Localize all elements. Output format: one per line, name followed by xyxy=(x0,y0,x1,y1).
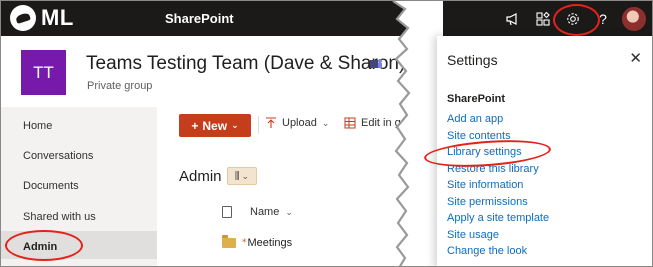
plus-icon: + xyxy=(191,118,199,133)
chevron-down-icon: ⌄ xyxy=(321,117,330,128)
user-avatar[interactable] xyxy=(622,6,646,31)
nav-item-conversations[interactable]: Conversations xyxy=(23,150,93,162)
upload-button[interactable]: Upload ⌄ xyxy=(265,117,329,129)
chevron-down-icon: ⌄ xyxy=(285,206,293,217)
column-name-label: Name xyxy=(250,206,280,218)
link-add-an-app[interactable]: Add an app xyxy=(447,113,503,125)
site-logo[interactable]: TT xyxy=(21,50,66,95)
list-item-name[interactable]: Meetings xyxy=(248,237,293,249)
nav-item-home[interactable]: Home xyxy=(23,120,52,132)
chevron-down-icon: ⌄ xyxy=(241,170,250,181)
org-logo[interactable]: ML xyxy=(10,5,74,31)
settings-section-sharepoint: SharePoint xyxy=(447,93,506,105)
settings-title: Settings xyxy=(447,52,498,68)
close-icon[interactable]: ✕ xyxy=(629,49,642,67)
org-logo-text: ML xyxy=(41,5,74,30)
torn-edge xyxy=(392,1,443,266)
new-item-icon: ⁎ xyxy=(242,233,247,244)
library-icon: ⫼ xyxy=(234,170,240,182)
new-button-label: New xyxy=(202,118,228,133)
list-item[interactable]: ⁎ Meetings xyxy=(222,233,293,249)
upload-icon xyxy=(266,117,276,128)
new-button[interactable]: + New ⌄ xyxy=(179,114,251,137)
annotation-admin-highlight xyxy=(5,230,83,261)
chevron-down-icon: ⌄ xyxy=(231,120,239,130)
link-change-the-look[interactable]: Change the look xyxy=(447,245,527,257)
link-apply-site-template[interactable]: Apply a site template xyxy=(447,212,549,224)
nav-item-documents[interactable]: Documents xyxy=(23,180,79,192)
link-site-information[interactable]: Site information xyxy=(447,179,523,191)
megaphone-icon[interactable] xyxy=(498,1,528,36)
site-privacy: Private group xyxy=(87,80,153,92)
view-switcher[interactable]: ⫼ ⌄ xyxy=(227,167,257,185)
upload-label: Upload xyxy=(282,117,317,129)
link-site-permissions[interactable]: Site permissions xyxy=(447,196,528,208)
column-header-name[interactable]: Name ⌄ xyxy=(222,206,293,218)
app-name[interactable]: SharePoint xyxy=(165,11,234,26)
library-title: Admin xyxy=(179,168,222,185)
folder-icon xyxy=(222,235,236,248)
command-separator xyxy=(258,116,259,134)
nav-item-shared-with-us[interactable]: Shared with us xyxy=(23,211,96,223)
annotation-gear-highlight xyxy=(553,4,600,36)
link-site-usage[interactable]: Site usage xyxy=(447,229,499,241)
screenshot-frame: ML SharePoint ? TT Teams Testing Team (D… xyxy=(0,0,653,267)
file-type-icon xyxy=(222,206,232,218)
org-logo-icon xyxy=(10,5,36,31)
